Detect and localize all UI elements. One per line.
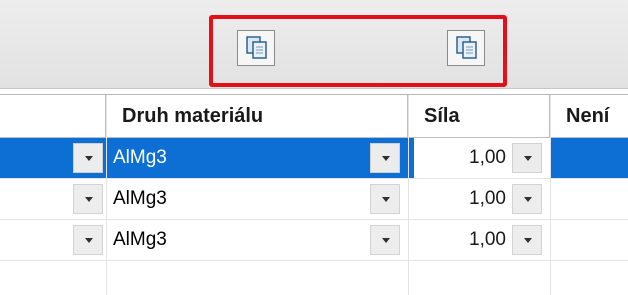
column-divider bbox=[550, 95, 551, 295]
row-dropdown-button[interactable] bbox=[73, 143, 103, 173]
sila-value: 1,00 bbox=[469, 188, 506, 209]
material-value: AlMg3 bbox=[113, 188, 167, 209]
material-dropdown-button[interactable] bbox=[370, 143, 400, 173]
header-druh-materialu[interactable]: Druh materiálu bbox=[106, 95, 408, 137]
material-dropdown-button[interactable] bbox=[370, 225, 400, 255]
sila-dropdown-button[interactable] bbox=[512, 225, 542, 255]
row-divider bbox=[0, 260, 628, 261]
data-grid: Druh materiálu Síla Není AlMg3 1,00 AlMg… bbox=[0, 88, 628, 295]
header-neni[interactable]: Není bbox=[550, 95, 628, 137]
table-row[interactable]: AlMg3 1,00 bbox=[0, 138, 628, 178]
toolbar bbox=[0, 0, 628, 89]
table-row[interactable]: AlMg3 1,00 bbox=[0, 179, 628, 219]
header-sila[interactable]: Síla bbox=[408, 95, 550, 137]
row-dropdown-button[interactable] bbox=[73, 184, 103, 214]
column-divider bbox=[106, 95, 107, 295]
sila-dropdown-button[interactable] bbox=[512, 143, 542, 173]
sila-dropdown-button[interactable] bbox=[512, 184, 542, 214]
highlight-frame bbox=[209, 15, 507, 87]
table-row[interactable]: AlMg3 1,00 bbox=[0, 220, 628, 260]
grid-header: Druh materiálu Síla Není bbox=[0, 95, 628, 138]
material-value: AlMg3 bbox=[113, 147, 167, 168]
row-dropdown-button[interactable] bbox=[73, 225, 103, 255]
header-cell-blank bbox=[0, 95, 106, 137]
material-dropdown-button[interactable] bbox=[370, 184, 400, 214]
sila-value: 1,00 bbox=[469, 229, 506, 250]
material-value: AlMg3 bbox=[113, 229, 167, 250]
column-divider bbox=[408, 95, 409, 295]
sila-value: 1,00 bbox=[469, 147, 506, 168]
